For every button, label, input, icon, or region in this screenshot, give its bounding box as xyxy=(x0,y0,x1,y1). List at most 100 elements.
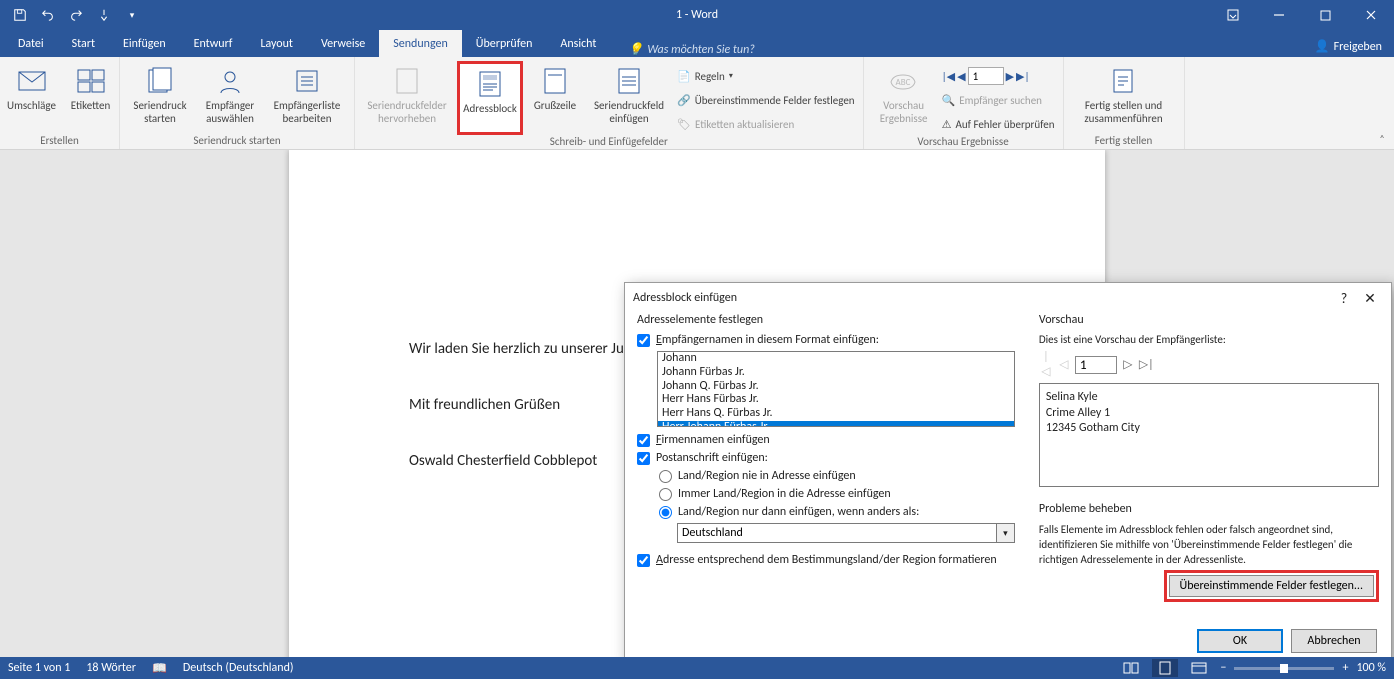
chk-name-format[interactable] xyxy=(637,334,650,347)
prev-record-icon[interactable]: ◀ xyxy=(957,65,965,87)
preview-next-icon[interactable]: ▷ xyxy=(1121,357,1135,372)
chk-firmenname-label: Firmennamen einfügen xyxy=(656,433,770,447)
preview-last-icon[interactable]: ▷| xyxy=(1139,357,1153,372)
adressblock-button[interactable]: Adressblock xyxy=(457,61,523,135)
seriendruckfeld-button[interactable]: Seriendruckfeld einfügen xyxy=(587,61,671,135)
last-record-icon[interactable]: ▶| xyxy=(1016,65,1030,87)
radio-immer[interactable] xyxy=(659,488,672,501)
status-words[interactable]: 18 Wörter xyxy=(86,661,136,675)
touch-mode-icon[interactable] xyxy=(92,3,116,27)
print-layout-icon[interactable] xyxy=(1152,659,1178,677)
name-format-list[interactable]: Johann Johann Fürbas Jr. Johann Q. Fürba… xyxy=(657,351,1015,427)
match-fields-button[interactable]: Übereinstimmende Felder festlegen... xyxy=(1169,575,1375,597)
radio-nie[interactable] xyxy=(659,470,672,483)
share-label: Freigeben xyxy=(1334,40,1382,54)
format-option-2[interactable]: Johann Q. Fürbas Jr. xyxy=(658,380,1014,394)
tab-layout[interactable]: Layout xyxy=(246,30,307,57)
dialog-help-icon[interactable]: ? xyxy=(1331,290,1357,307)
chk-firmenname[interactable] xyxy=(637,434,650,447)
tab-sendungen[interactable]: Sendungen xyxy=(379,30,462,57)
seriendruck-starten-button[interactable]: Seriendruck starten xyxy=(128,61,192,134)
radio-nur-label: Land/Region nur dann einfügen, wenn ande… xyxy=(678,505,919,519)
hervorheben-button[interactable]: Seriendruckfelder hervorheben xyxy=(363,61,451,135)
labels-icon xyxy=(75,65,107,97)
zoom-in-icon[interactable]: + xyxy=(1342,661,1348,675)
dialog-close-icon[interactable]: ✕ xyxy=(1357,290,1383,307)
web-layout-icon[interactable] xyxy=(1186,659,1212,677)
preview-record-input[interactable] xyxy=(1075,356,1117,374)
share-button[interactable]: 👤 Freigeben xyxy=(1303,36,1394,57)
group-vorschau-label: Vorschau Ergebnisse xyxy=(917,135,1008,150)
group-fertig: Fertig stellen und zusammenführen Fertig… xyxy=(1064,57,1185,149)
preview-first-icon[interactable]: |◁ xyxy=(1039,350,1053,379)
regeln-button[interactable]: 📄 Regeln▾ xyxy=(677,65,855,87)
qat-customize-icon[interactable]: ▾ xyxy=(120,3,144,27)
fertig-stellen-button[interactable]: Fertig stellen und zusammenführen xyxy=(1072,61,1176,134)
person-icon: 👤 xyxy=(1315,39,1330,54)
window-title: 1 - Word xyxy=(676,8,718,22)
chk-postanschrift[interactable] xyxy=(637,452,650,465)
group-vorschau: ABC Vorschau Ergebnisse |◀ ◀ ▶ ▶| 🔍 Empf… xyxy=(864,57,1064,149)
tab-ueberpruefen[interactable]: Überprüfen xyxy=(462,30,547,57)
vorschau-ergebnisse-button[interactable]: ABC Vorschau Ergebnisse xyxy=(872,61,936,135)
format-option-3[interactable]: Herr Hans Fürbas Jr. xyxy=(658,393,1014,407)
next-record-icon[interactable]: ▶ xyxy=(1006,65,1014,87)
etiketten-button[interactable]: Etiketten xyxy=(66,61,116,134)
umschlaege-button[interactable]: Umschläge xyxy=(4,61,60,134)
preview-icon: ABC xyxy=(888,65,920,97)
minimize-button[interactable] xyxy=(1256,0,1302,30)
close-button[interactable] xyxy=(1348,0,1394,30)
rules-icon: 📄 xyxy=(677,70,691,83)
chk-bestimmungsland[interactable] xyxy=(637,554,650,567)
zoom-out-icon[interactable]: − xyxy=(1220,661,1226,675)
save-icon[interactable] xyxy=(8,3,32,27)
recipients-icon xyxy=(214,65,246,97)
cancel-button[interactable]: Abbrechen xyxy=(1291,629,1377,653)
tell-me-search[interactable]: 💡 Was möchten Sie tun? xyxy=(610,42,754,57)
proofing-icon[interactable]: 📖 xyxy=(152,661,167,676)
format-option-4[interactable]: Herr Hans Q. Fürbas Jr. xyxy=(658,407,1014,421)
zoom-level[interactable]: 100 % xyxy=(1356,661,1386,675)
etiketten-aktualisieren-button[interactable]: 🏷 Etiketten aktualisieren xyxy=(677,113,855,135)
collapse-ribbon-icon[interactable]: ˄ xyxy=(1370,57,1394,149)
redo-icon[interactable] xyxy=(64,3,88,27)
tab-entwurf[interactable]: Entwurf xyxy=(180,30,247,57)
zoom-slider[interactable] xyxy=(1234,667,1334,670)
ribbon-display-icon[interactable] xyxy=(1210,0,1256,30)
preview-line-2: 12345 Gotham City xyxy=(1046,421,1372,437)
record-number-input[interactable] xyxy=(968,67,1004,85)
country-input[interactable] xyxy=(677,523,997,543)
format-option-1[interactable]: Johann Fürbas Jr. xyxy=(658,366,1014,380)
preview-prev-icon[interactable]: ◁ xyxy=(1057,357,1071,372)
empfaenger-suchen-button[interactable]: 🔍 Empfänger suchen xyxy=(942,89,1055,111)
tab-einfuegen[interactable]: Einfügen xyxy=(109,30,180,57)
empfaengerliste-label: Empfängerliste bearbeiten xyxy=(268,99,346,125)
read-mode-icon[interactable] xyxy=(1118,659,1144,677)
radio-nur[interactable] xyxy=(659,506,672,519)
uebereinstimmende-felder-button[interactable]: 🔗 Übereinstimmende Felder festlegen xyxy=(677,89,855,111)
envelope-icon xyxy=(16,65,48,97)
format-option-5[interactable]: Herr Johann Fürbas Jr. xyxy=(658,421,1014,427)
tab-start[interactable]: Start xyxy=(58,30,109,57)
group-fertig-label: Fertig stellen xyxy=(1095,134,1153,149)
svg-text:ABC: ABC xyxy=(895,77,910,88)
auf-fehler-button[interactable]: ⚠ Auf Fehler überprüfen xyxy=(942,113,1055,135)
tab-verweise[interactable]: Verweise xyxy=(307,30,379,57)
empfaenger-auswaehlen-button[interactable]: Empfänger auswählen xyxy=(198,61,262,134)
status-page[interactable]: Seite 1 von 1 xyxy=(8,661,70,675)
status-language[interactable]: Deutsch (Deutschland) xyxy=(183,661,294,675)
grusszeile-button[interactable]: Grußzeile xyxy=(529,61,581,135)
ok-button[interactable]: OK xyxy=(1197,629,1283,653)
country-dropdown-icon[interactable]: ▾ xyxy=(997,523,1015,543)
ribbon: Umschläge Etiketten Erstellen Seriendruc… xyxy=(0,57,1394,150)
first-record-icon[interactable]: |◀ xyxy=(942,65,956,87)
format-option-0[interactable]: Johann xyxy=(658,352,1014,366)
maximize-button[interactable] xyxy=(1302,0,1348,30)
empfaengerliste-bearbeiten-button[interactable]: Empfängerliste bearbeiten xyxy=(268,61,346,134)
undo-icon[interactable] xyxy=(36,3,60,27)
fertig-label: Fertig stellen und zusammenführen xyxy=(1072,99,1176,125)
addressblock-icon xyxy=(474,68,506,100)
tab-datei[interactable]: Datei xyxy=(4,30,58,57)
search-icon: 🔍 xyxy=(942,94,956,107)
tab-ansicht[interactable]: Ansicht xyxy=(546,30,610,57)
